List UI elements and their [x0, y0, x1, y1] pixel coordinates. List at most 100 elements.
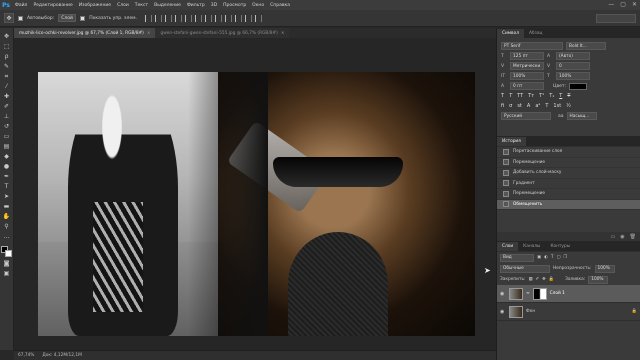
history-brush-icon[interactable]: ↺	[2, 122, 12, 131]
history-item[interactable]: Добавить слой-маску	[497, 168, 640, 179]
align-right-icon[interactable]	[194, 14, 202, 22]
crop-icon[interactable]: ⌗	[2, 72, 12, 81]
workspace-dropdown[interactable]	[596, 14, 636, 23]
lock-transparency-icon[interactable]: ▦	[528, 277, 532, 282]
lasso-icon[interactable]: ρ	[2, 52, 12, 61]
language-dropdown[interactable]: Русский	[501, 112, 551, 120]
lock-position-icon[interactable]: ✥	[542, 277, 546, 282]
tab-layers[interactable]: Слои	[497, 242, 519, 251]
underline-icon[interactable]: T	[559, 93, 562, 99]
snapshot-icon[interactable]: ◉	[620, 234, 624, 240]
blur-icon[interactable]: ◆	[2, 152, 12, 161]
tab-close-icon[interactable]: ×	[147, 31, 151, 36]
gradient-icon[interactable]: ▤	[2, 142, 12, 151]
contextual-icon[interactable]: 1st	[553, 103, 561, 109]
font-family-dropdown[interactable]: PT Serif	[501, 42, 563, 50]
tab-close-icon[interactable]: ×	[281, 31, 285, 36]
stylistic-icon[interactable]: st	[517, 103, 522, 109]
layer-name[interactable]: Слой 1	[550, 291, 565, 296]
lock-pixels-icon[interactable]: ✐	[536, 277, 540, 282]
horizontal-scale-field[interactable]: 100%	[556, 72, 590, 80]
marquee-icon[interactable]: ⬚	[2, 42, 12, 51]
pen-icon[interactable]: ✒	[2, 172, 12, 181]
quick-mask-icon[interactable]: ◙	[2, 259, 12, 268]
shape-icon[interactable]: ▬	[2, 202, 12, 211]
filter-shape-icon[interactable]: ▢	[556, 255, 560, 260]
show-controls-checkbox[interactable]	[80, 15, 86, 21]
eraser-icon[interactable]: ▭	[2, 132, 12, 141]
autoselect-checkbox[interactable]	[18, 15, 23, 21]
tab-history[interactable]: История	[497, 137, 526, 146]
screen-mode-icon[interactable]: ▣	[2, 269, 12, 278]
menu-filter[interactable]: Фильтр	[184, 3, 208, 8]
move-tool-icon[interactable]: ✥	[4, 13, 14, 23]
layer-filter-dropdown[interactable]: Вид	[500, 253, 534, 262]
background-color-swatch[interactable]	[4, 250, 12, 257]
tab-paragraph[interactable]: Абзац	[524, 29, 547, 38]
align-left-icon[interactable]	[174, 14, 182, 22]
font-size-field[interactable]: 125 пт	[510, 52, 544, 60]
antialias-dropdown[interactable]: Насыщ...	[566, 112, 597, 120]
eyedropper-icon[interactable]: ⁄	[2, 82, 12, 91]
visibility-eye-icon[interactable]: ◉	[500, 309, 506, 315]
minimize-icon[interactable]: —	[608, 1, 614, 8]
move-icon[interactable]: ✥	[2, 32, 12, 41]
all-caps-icon[interactable]: TT	[517, 93, 523, 99]
strikethrough-icon[interactable]: T	[567, 93, 570, 99]
history-item-active[interactable]: Обмещенить	[497, 199, 640, 210]
history-item[interactable]: Перемещение	[497, 189, 640, 200]
font-style-dropdown[interactable]: Bold It...	[566, 42, 606, 50]
text-color-swatch[interactable]	[569, 82, 588, 90]
zoom-icon[interactable]: ⚲	[2, 222, 12, 231]
type-icon[interactable]: T	[2, 182, 12, 191]
new-document-from-state-icon[interactable]: ▭	[611, 234, 616, 240]
distribute-bottom-icon[interactable]	[224, 14, 232, 22]
tab-document-2[interactable]: gwen-stefani-gwen-stefani-555.jpg @ 66,7…	[155, 28, 290, 38]
dodge-icon[interactable]: ●	[2, 162, 12, 171]
healing-brush-icon[interactable]: ✚	[2, 92, 12, 101]
menu-help[interactable]: Справка	[267, 3, 293, 8]
tab-channels[interactable]: Каналы	[518, 242, 545, 251]
opacity-field[interactable]: 100%	[594, 264, 615, 273]
filter-type-icon[interactable]: T	[551, 255, 554, 260]
path-select-icon[interactable]: ➤	[2, 192, 12, 201]
distribute-left-icon[interactable]	[234, 14, 242, 22]
titling-icon[interactable]: aᵃ	[535, 103, 540, 109]
faux-bold-icon[interactable]: T	[501, 93, 504, 99]
lock-all-icon[interactable]: 🔒	[549, 277, 554, 282]
align-top-icon[interactable]	[144, 14, 152, 22]
menu-view[interactable]: Просмотр	[220, 3, 249, 8]
align-center-icon[interactable]	[184, 14, 192, 22]
zoom-level[interactable]: 67,74%	[18, 353, 34, 358]
brush-icon[interactable]: ✐	[2, 102, 12, 111]
vertical-scale-field[interactable]: 100%	[510, 72, 544, 80]
menu-layers[interactable]: Слои	[114, 3, 132, 8]
filter-adjustment-icon[interactable]: ◐	[544, 255, 548, 260]
menu-edit[interactable]: Редактирование	[30, 3, 75, 8]
faux-italic-icon[interactable]: T	[509, 93, 512, 99]
blend-mode-dropdown[interactable]: Обычные	[500, 264, 550, 273]
distribute-right-icon[interactable]	[254, 14, 262, 22]
layer-mask-thumbnail[interactable]	[532, 287, 547, 300]
kerning-field[interactable]: Метрически	[510, 62, 544, 70]
menu-type[interactable]: Текст	[132, 3, 151, 8]
baseline-field[interactable]: 0 пт	[510, 82, 544, 90]
tab-character[interactable]: Символ	[497, 29, 524, 38]
history-item[interactable]: Перемещение	[497, 158, 640, 168]
distribute-middle-icon[interactable]	[214, 14, 222, 22]
ordinal-icon[interactable]: A	[527, 103, 530, 109]
swash-icon[interactable]: σ	[509, 103, 512, 109]
align-bottom-icon[interactable]	[164, 14, 172, 22]
chain-link-icon[interactable]: ∞	[526, 291, 530, 296]
clone-stamp-icon[interactable]: ⊥	[2, 112, 12, 121]
document-canvas[interactable]	[38, 72, 475, 336]
menu-window[interactable]: Окно	[249, 3, 267, 8]
maximize-icon[interactable]: ▢	[620, 1, 626, 8]
menu-image[interactable]: Изображение	[76, 3, 114, 8]
tracking-field[interactable]: 0	[556, 62, 590, 70]
superscript-icon[interactable]: T¹	[539, 93, 544, 99]
autoselect-dropdown[interactable]: Слой	[58, 14, 77, 22]
layer-row[interactable]: ◉ Фон 🔒	[497, 303, 640, 321]
hand-icon[interactable]: ✋	[2, 212, 12, 221]
quick-select-icon[interactable]: ✎	[2, 62, 12, 71]
